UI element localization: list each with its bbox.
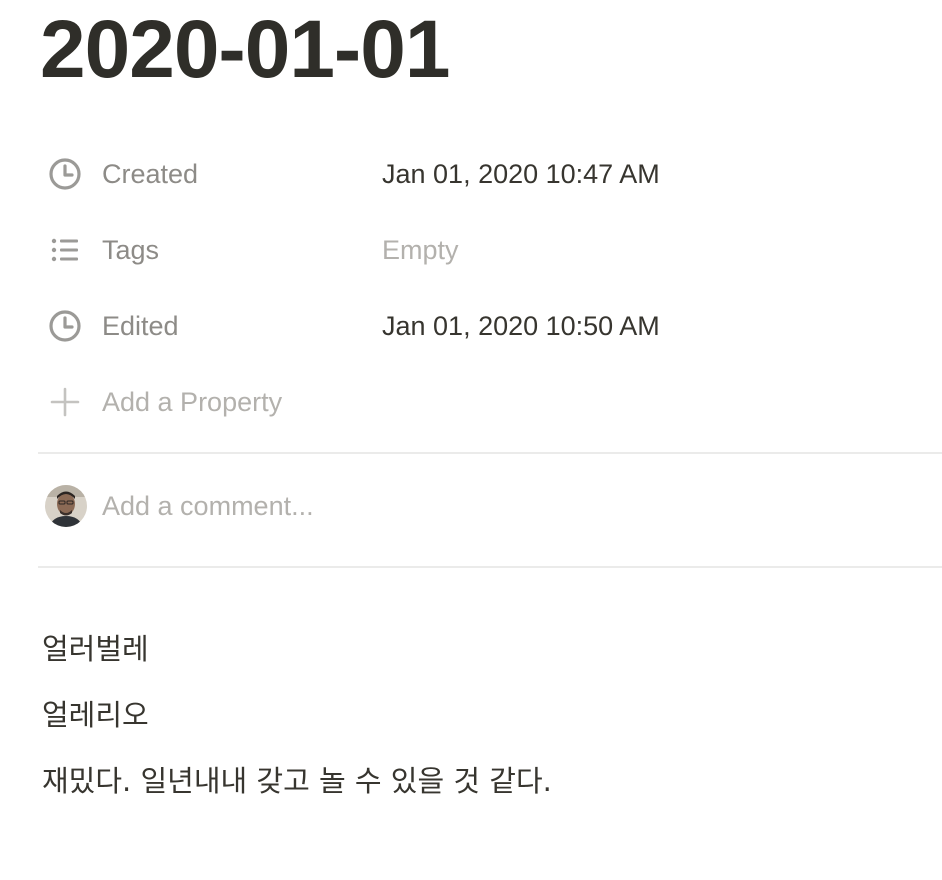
clock-icon <box>40 156 92 192</box>
text-block[interactable]: 얼러벌레 <box>42 616 922 682</box>
property-row-created[interactable]: Created Jan 01, 2020 10:47 AM <box>40 136 942 212</box>
add-property-button[interactable]: Add a Property <box>40 364 942 440</box>
property-name: Tags <box>102 234 160 265</box>
page: 2020-01-01 Created Jan 01, 2020 10:47 AM <box>0 0 942 880</box>
property-row-edited[interactable]: Edited Jan 01, 2020 10:50 AM <box>40 288 942 364</box>
comment-row <box>40 484 920 528</box>
property-name: Edited <box>102 310 179 341</box>
clock-icon <box>40 308 92 344</box>
comment-input[interactable] <box>102 490 802 522</box>
divider <box>38 566 942 568</box>
properties-panel: Created Jan 01, 2020 10:47 AM Tags Empty <box>40 136 942 440</box>
property-value[interactable]: Empty <box>382 235 459 266</box>
property-value[interactable]: Jan 01, 2020 10:50 AM <box>382 311 660 342</box>
text-block[interactable]: 재밌다. 일년내내 갖고 놀 수 있을 것 같다. <box>42 748 922 814</box>
property-value[interactable]: Jan 01, 2020 10:47 AM <box>382 159 660 190</box>
divider <box>38 452 942 454</box>
page-title[interactable]: 2020-01-01 <box>40 2 450 98</box>
avatar <box>45 485 87 527</box>
list-icon <box>40 232 92 268</box>
property-name: Created <box>102 158 199 189</box>
plus-icon <box>40 384 92 420</box>
text-block[interactable]: 얼레리오 <box>42 682 922 748</box>
property-row-tags[interactable]: Tags Empty <box>40 212 942 288</box>
page-content: 얼러벌레 얼레리오 재밌다. 일년내내 갖고 놀 수 있을 것 같다. <box>42 616 922 814</box>
add-property-label: Add a Property <box>102 386 283 417</box>
